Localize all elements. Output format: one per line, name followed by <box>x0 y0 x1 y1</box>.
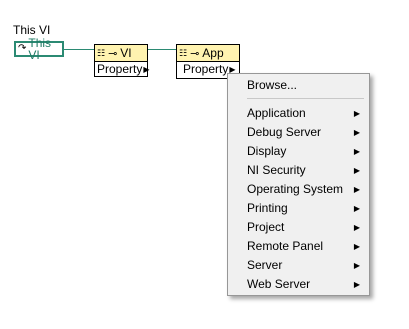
submenu-arrow-icon: ▶ <box>353 204 360 213</box>
vi-property-label: Property <box>97 62 143 76</box>
submenu-arrow-icon: ▶ <box>353 242 360 251</box>
wire <box>148 49 176 50</box>
key-icon: ⊸ <box>108 47 118 60</box>
submenu-arrow-icon: ▶ <box>353 280 360 289</box>
vi-reference-icon: ↷ <box>18 43 27 54</box>
submenu-arrow-icon: ▶ <box>353 128 360 137</box>
app-node-class: App <box>202 46 224 60</box>
property-context-menu[interactable]: Browse... Application ▶ Debug Server ▶ D… <box>227 73 370 296</box>
this-vi-label: This VI <box>13 23 51 37</box>
vi-property-node[interactable]: ☷ ⊸ VI Property ▶ <box>94 44 150 77</box>
key-icon: ⊸ <box>190 47 200 60</box>
menu-item-server[interactable]: Server ▶ <box>228 256 369 275</box>
submenu-arrow-icon: ▶ <box>353 261 360 270</box>
submenu-arrow-icon: ▶ <box>353 147 360 156</box>
vi-node-property[interactable]: Property ▶ <box>95 62 150 76</box>
this-vi-constant[interactable]: ↷ This VI <box>14 37 64 61</box>
submenu-arrow-icon: ▶ <box>353 185 360 194</box>
menu-separator <box>247 98 364 99</box>
menu-item-printing[interactable]: Printing ▶ <box>228 199 369 218</box>
submenu-arrow-icon: ▶ <box>353 223 360 232</box>
triangle-right-icon: ▶ <box>143 64 150 74</box>
wire <box>64 49 94 50</box>
menu-item-remote-panel[interactable]: Remote Panel ▶ <box>228 237 369 256</box>
app-property-label: Property <box>183 62 229 76</box>
menu-item-web-server[interactable]: Web Server ▶ <box>228 275 369 294</box>
vi-node-header: ☷ ⊸ VI <box>95 45 147 62</box>
this-vi-text: This VI <box>28 36 52 62</box>
menu-item-operating-system[interactable]: Operating System ▶ <box>228 180 369 199</box>
menu-item-ni-security[interactable]: NI Security ▶ <box>228 161 369 180</box>
menu-item-application[interactable]: Application ▶ <box>228 104 369 123</box>
reference-icon: ☷ <box>179 47 188 58</box>
vi-node-class: VI <box>120 46 132 60</box>
submenu-arrow-icon: ▶ <box>353 166 360 175</box>
menu-item-browse[interactable]: Browse... <box>228 76 369 95</box>
app-node-header: ☷ ⊸ App <box>177 45 239 62</box>
menu-item-display[interactable]: Display ▶ <box>228 142 369 161</box>
submenu-arrow-icon: ▶ <box>353 109 360 118</box>
menu-item-debug-server[interactable]: Debug Server ▶ <box>228 123 369 142</box>
menu-item-project[interactable]: Project ▶ <box>228 218 369 237</box>
reference-icon: ☷ <box>97 47 106 58</box>
